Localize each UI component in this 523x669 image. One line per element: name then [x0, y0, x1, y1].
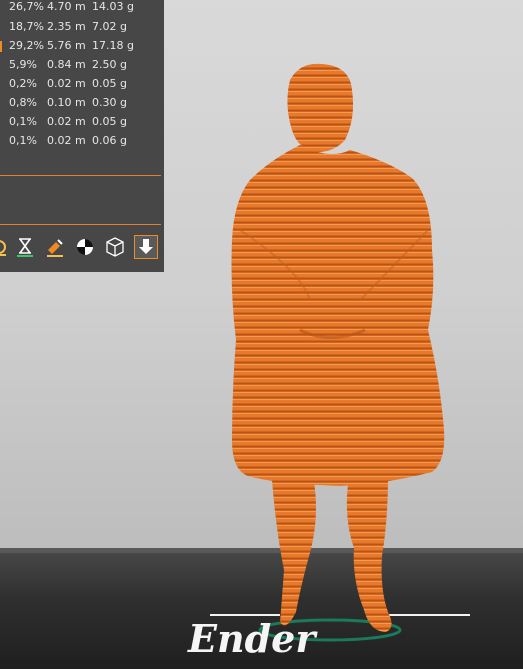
export-download-icon[interactable]: [134, 235, 158, 259]
stat-row: 0,1% 0.02 m 0.05 g: [0, 113, 164, 131]
stat-length: 4.70 m: [47, 0, 86, 13]
stat-weight: 7.02 g: [92, 20, 127, 33]
stat-length: 0.10 m: [47, 96, 86, 109]
stat-row-active: 29,2% 5.76 m 17.18 g: [0, 37, 164, 55]
stat-weight: 2.50 g: [92, 58, 127, 71]
stat-percent: 29,2%: [9, 39, 44, 52]
stat-row: 0,8% 0.10 m 0.30 g: [0, 94, 164, 112]
stat-row: 5,9% 0.84 m 2.50 g: [0, 56, 164, 74]
stat-percent: 26,7%: [9, 0, 44, 13]
stat-percent: 5,9%: [9, 58, 37, 71]
wireframe-cube-icon[interactable]: [104, 236, 126, 258]
stat-weight: 14.03 g: [92, 0, 134, 13]
stat-row: 18,7% 2.35 m 7.02 g: [0, 18, 164, 36]
stat-length: 0.02 m: [47, 115, 86, 128]
stat-length: 5.76 m: [47, 39, 86, 52]
paint-brush-icon[interactable]: [44, 236, 66, 258]
stat-weight: 0.30 g: [92, 96, 127, 109]
stat-length: 2.35 m: [47, 20, 86, 33]
panel-divider: [0, 224, 161, 225]
slice-statistics-panel: 26,7% 4.70 m 14.03 g 18,7% 2.35 m 7.02 g…: [0, 0, 164, 272]
stat-percent: 0,2%: [9, 77, 37, 90]
active-row-marker: [0, 41, 2, 52]
hourglass-icon[interactable]: [14, 236, 36, 258]
stat-weight: 17.18 g: [92, 39, 134, 52]
stat-row: 0,2% 0.02 m 0.05 g: [0, 75, 164, 93]
layers-icon[interactable]: [0, 236, 10, 258]
stat-length: 0.84 m: [47, 58, 86, 71]
stat-row: 26,7% 4.70 m 14.03 g: [0, 0, 164, 16]
stat-percent: 0,1%: [9, 115, 37, 128]
stat-row: 0,1% 0.02 m 0.06 g: [0, 132, 164, 150]
stat-weight: 0.05 g: [92, 115, 127, 128]
pie-chart-icon[interactable]: [74, 236, 96, 258]
stat-percent: 18,7%: [9, 20, 44, 33]
panel-divider: [0, 175, 161, 176]
stat-percent: 0,8%: [9, 96, 37, 109]
stat-weight: 0.05 g: [92, 77, 127, 90]
stat-length: 0.02 m: [47, 134, 86, 147]
stat-weight: 0.06 g: [92, 134, 127, 147]
stat-percent: 0,1%: [9, 134, 37, 147]
stat-length: 0.02 m: [47, 77, 86, 90]
